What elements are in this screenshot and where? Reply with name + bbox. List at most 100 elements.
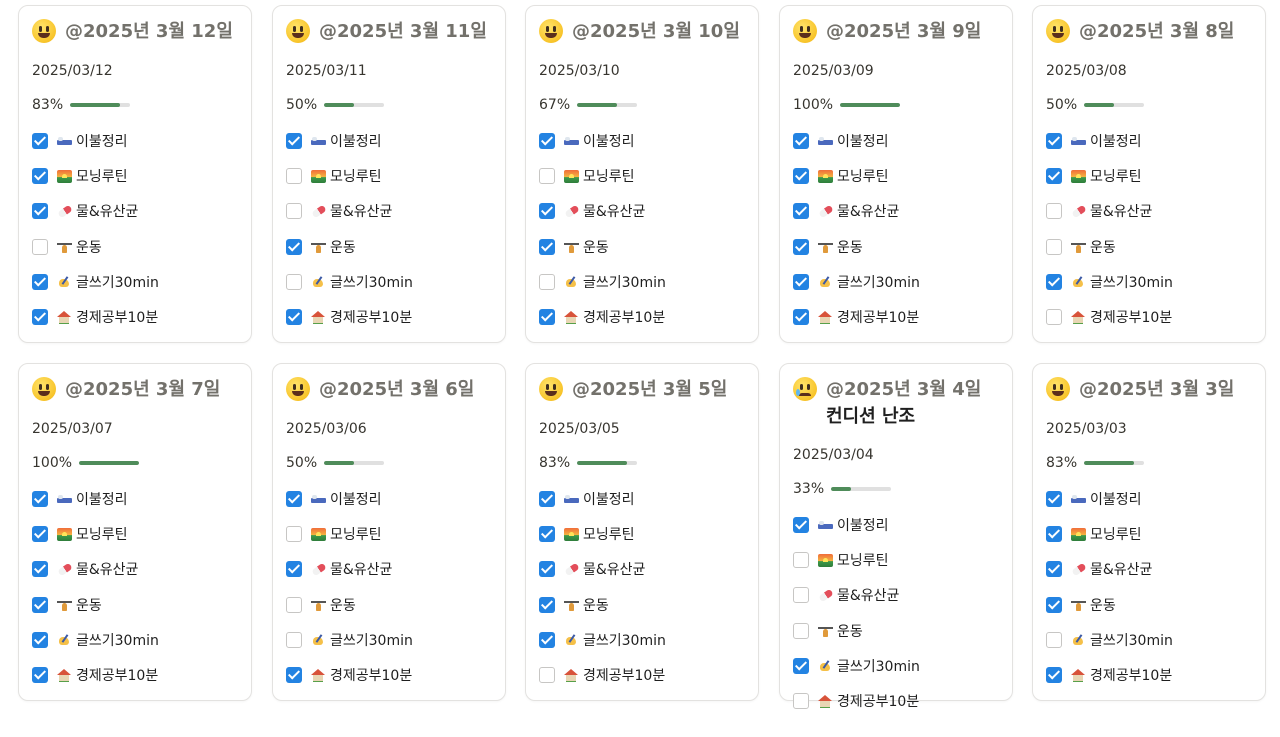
day-card[interactable]: @2025년 3월 10일 2025/03/10 67% 이불정리 모닝루틴 물&유산균 운… xyxy=(525,5,759,343)
checkbox-checked[interactable] xyxy=(32,561,48,577)
checkbox-unchecked[interactable] xyxy=(286,168,302,184)
checkbox-checked[interactable] xyxy=(32,491,48,507)
checkbox-unchecked[interactable] xyxy=(539,168,555,184)
card-title[interactable]: @2025년 3월 12일 xyxy=(32,18,240,45)
checklist-item-label: 물&유산균 xyxy=(76,562,139,578)
checkbox-checked[interactable] xyxy=(1046,561,1062,577)
checkbox-unchecked[interactable] xyxy=(286,274,302,290)
checkbox-checked[interactable] xyxy=(1046,491,1062,507)
checkbox-checked[interactable] xyxy=(539,239,555,255)
checklist-item: 물&유산균 xyxy=(539,201,645,221)
checkbox-unchecked[interactable] xyxy=(539,274,555,290)
checkbox-unchecked[interactable] xyxy=(793,693,809,709)
date-mention[interactable]: @2025년 3월 6일 xyxy=(319,379,474,400)
checkbox-checked[interactable] xyxy=(1046,667,1062,683)
checkbox-unchecked[interactable] xyxy=(286,597,302,613)
checkbox-checked[interactable] xyxy=(539,597,555,613)
card-title[interactable]: @2025년 3월 3일 xyxy=(1046,376,1254,403)
checklist-item: 물&유산균 xyxy=(286,559,392,579)
checkbox-checked[interactable] xyxy=(1046,133,1062,149)
checkbox-checked[interactable] xyxy=(793,203,809,219)
date-mention[interactable]: @2025년 3월 5일 xyxy=(572,379,727,400)
date-mention[interactable]: @2025년 3월 11일 xyxy=(319,21,487,42)
checkbox-unchecked[interactable] xyxy=(286,526,302,542)
pill-icon xyxy=(1071,563,1086,576)
checkbox-checked[interactable] xyxy=(793,239,809,255)
card-title[interactable]: @2025년 3월 10일 xyxy=(539,18,747,45)
checkbox-unchecked[interactable] xyxy=(1046,203,1062,219)
checkbox-checked[interactable] xyxy=(539,203,555,219)
checkbox-checked[interactable] xyxy=(32,274,48,290)
checkbox-checked[interactable] xyxy=(539,561,555,577)
checklist-item-label: 경제공부10분 xyxy=(76,668,159,684)
checkbox-unchecked[interactable] xyxy=(539,667,555,683)
checkbox-checked[interactable] xyxy=(286,491,302,507)
day-card[interactable]: @2025년 3월 9일 2025/03/09 100% 이불정리 모닝루틴 물&유산균 운… xyxy=(779,5,1013,343)
checkbox-checked[interactable] xyxy=(539,526,555,542)
checkbox-unchecked[interactable] xyxy=(286,632,302,648)
date-mention[interactable]: @2025년 3월 9일 xyxy=(826,21,981,42)
checkbox-unchecked[interactable] xyxy=(286,203,302,219)
checklist-item: 운동 xyxy=(539,595,609,615)
checkbox-checked[interactable] xyxy=(1046,168,1062,184)
day-card[interactable]: @2025년 3월 3일 2025/03/03 83% 이불정리 모닝루틴 물&유산균 운동… xyxy=(1032,363,1266,701)
card-title[interactable]: @2025년 3월 6일 xyxy=(286,376,494,403)
checkbox-checked[interactable] xyxy=(286,133,302,149)
progress-percent: 100% xyxy=(32,455,73,471)
checkbox-checked[interactable] xyxy=(286,309,302,325)
checkbox-checked[interactable] xyxy=(286,667,302,683)
card-title[interactable]: @2025년 3월 9일 xyxy=(793,18,1001,45)
checkbox-checked[interactable] xyxy=(32,632,48,648)
checklist-item-label: 경제공부10분 xyxy=(1090,668,1173,684)
card-title[interactable]: @2025년 3월 8일 xyxy=(1046,18,1254,45)
card-title[interactable]: @2025년 3월 11일 xyxy=(286,18,494,45)
day-card[interactable]: @2025년 3월 6일 2025/03/06 50% 이불정리 모닝루틴 물&유산균 운동… xyxy=(272,363,506,701)
day-card[interactable]: @2025년 3월 4일 컨디션 난조 2025/03/04 33% 이불정리 모닝루틴… xyxy=(779,363,1013,710)
checkbox-checked[interactable] xyxy=(32,309,48,325)
day-card[interactable]: @2025년 3월 5일 2025/03/05 83% 이불정리 모닝루틴 물&유산균 운동… xyxy=(525,363,759,701)
date-mention[interactable]: @2025년 3월 3일 xyxy=(1079,379,1234,400)
checkbox-checked[interactable] xyxy=(32,667,48,683)
checkbox-checked[interactable] xyxy=(286,239,302,255)
checkbox-unchecked[interactable] xyxy=(32,239,48,255)
checkbox-checked[interactable] xyxy=(539,133,555,149)
checkbox-checked[interactable] xyxy=(32,203,48,219)
date-mention[interactable]: @2025년 3월 12일 xyxy=(65,21,233,42)
checkbox-checked[interactable] xyxy=(32,597,48,613)
checkbox-checked[interactable] xyxy=(1046,274,1062,290)
checkbox-checked[interactable] xyxy=(539,632,555,648)
day-card[interactable]: @2025년 3월 7일 2025/03/07 100% 이불정리 모닝루틴 물&유산균 운… xyxy=(18,363,252,701)
checkbox-checked[interactable] xyxy=(286,561,302,577)
card-title[interactable]: @2025년 3월 4일 컨디션 난조 xyxy=(793,376,1001,430)
day-card[interactable]: @2025년 3월 8일 2025/03/08 50% 이불정리 모닝루틴 물&유산균 운동… xyxy=(1032,5,1266,343)
date-mention[interactable]: @2025년 3월 8일 xyxy=(1079,21,1234,42)
writing-hand-icon xyxy=(57,634,72,647)
date-mention[interactable]: @2025년 3월 4일 xyxy=(826,379,981,400)
card-title[interactable]: @2025년 3월 5일 xyxy=(539,376,747,403)
checkbox-checked[interactable] xyxy=(32,133,48,149)
checkbox-checked[interactable] xyxy=(1046,597,1062,613)
date-mention[interactable]: @2025년 3월 7일 xyxy=(65,379,220,400)
checkbox-checked[interactable] xyxy=(793,309,809,325)
checkbox-unchecked[interactable] xyxy=(1046,309,1062,325)
checklist-item-label: 이불정리 xyxy=(330,492,382,508)
checkbox-unchecked[interactable] xyxy=(1046,239,1062,255)
checkbox-checked[interactable] xyxy=(793,517,809,533)
day-card[interactable]: @2025년 3월 12일 2025/03/12 83% 이불정리 모닝루틴 물&유산균 운… xyxy=(18,5,252,343)
checkbox-checked[interactable] xyxy=(793,133,809,149)
checkbox-checked[interactable] xyxy=(1046,526,1062,542)
checkbox-unchecked[interactable] xyxy=(793,623,809,639)
checkbox-checked[interactable] xyxy=(793,274,809,290)
date-mention[interactable]: @2025년 3월 10일 xyxy=(572,21,740,42)
card-title[interactable]: @2025년 3월 7일 xyxy=(32,376,240,403)
checkbox-checked[interactable] xyxy=(793,658,809,674)
checkbox-checked[interactable] xyxy=(539,491,555,507)
checkbox-unchecked[interactable] xyxy=(793,587,809,603)
checkbox-checked[interactable] xyxy=(32,526,48,542)
checkbox-checked[interactable] xyxy=(32,168,48,184)
checkbox-checked[interactable] xyxy=(793,168,809,184)
day-card[interactable]: @2025년 3월 11일 2025/03/11 50% 이불정리 모닝루틴 물&유산균 운… xyxy=(272,5,506,343)
checkbox-unchecked[interactable] xyxy=(793,552,809,568)
checkbox-checked[interactable] xyxy=(539,309,555,325)
checkbox-unchecked[interactable] xyxy=(1046,632,1062,648)
